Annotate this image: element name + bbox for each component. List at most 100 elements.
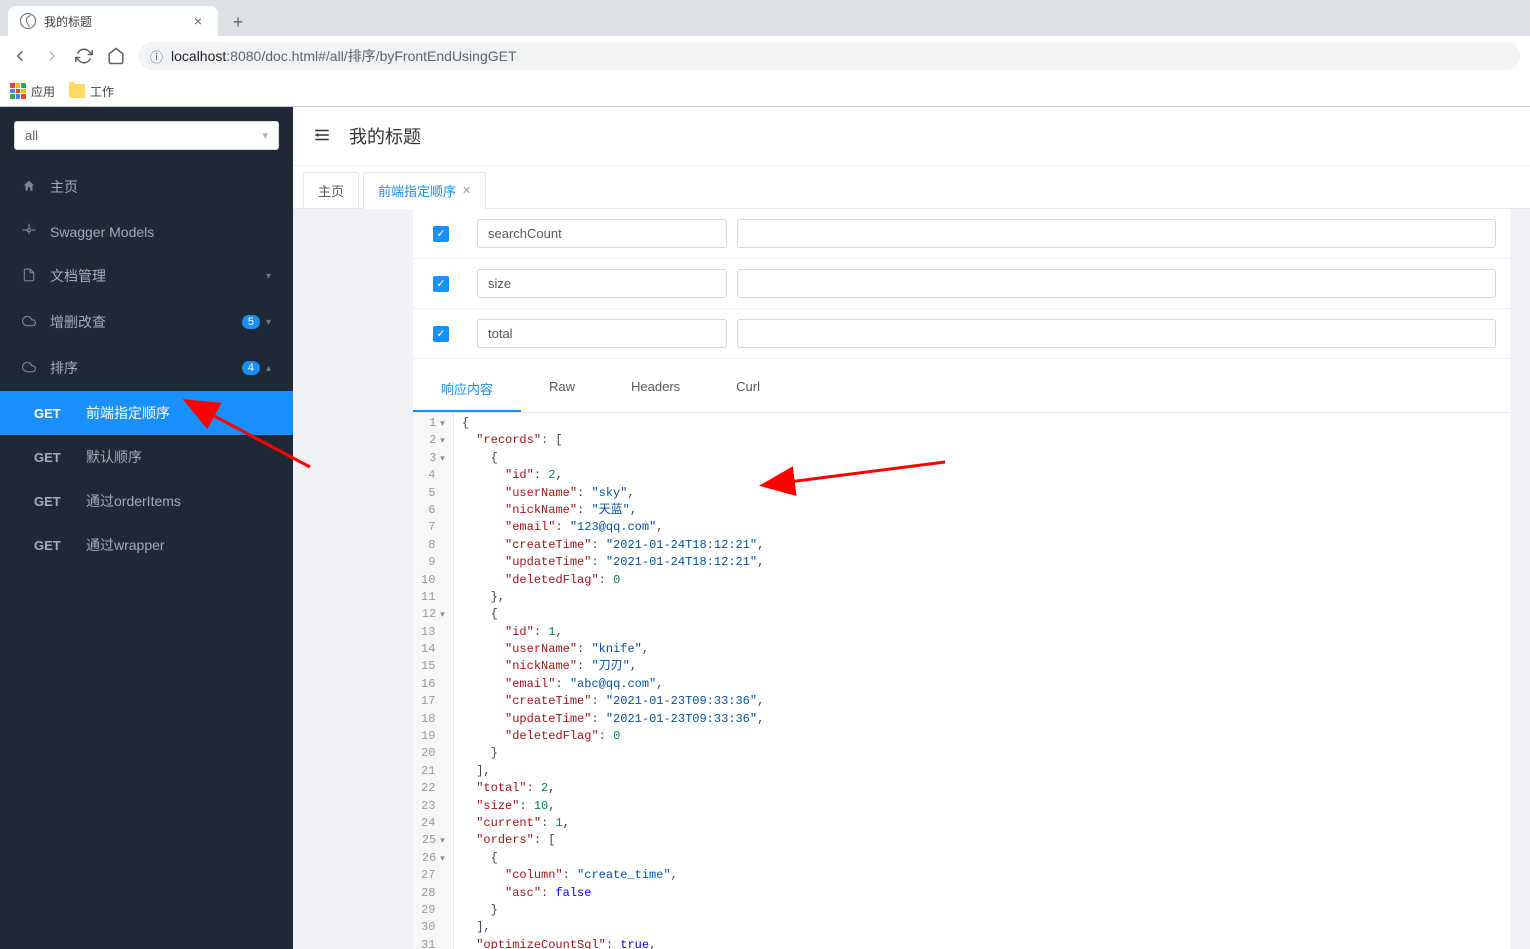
close-icon[interactable]: × [190,13,206,29]
param-name-input[interactable] [477,269,727,298]
count-badge: 4 [242,361,260,375]
code-body[interactable]: { "records": [ { "id": 2, "userName": "s… [454,413,772,949]
code-line-28: "asc": false [462,885,764,902]
gutter-line-26: 26▾ [419,850,447,867]
param-value-input[interactable] [737,219,1496,248]
code-line-21: ], [462,763,764,780]
response-tab-0[interactable]: 响应内容 [413,367,521,412]
gutter-line-8: 8 [419,537,447,554]
param-checkbox[interactable] [433,226,449,242]
gutter-line-11: 11 [419,589,447,606]
gutter-line-7: 7 [419,519,447,536]
main: 我的标题 主页前端指定顺序✕ 响应内容RawHeadersCurl 1▾2▾3▾… [293,107,1530,949]
folder-icon [69,84,85,98]
info-icon: ⓘ [150,47,163,66]
http-method-label: GET [34,538,86,553]
response-tab-2[interactable]: Headers [603,367,708,412]
param-row-0 [413,209,1510,259]
fold-icon[interactable]: ▾ [436,610,445,620]
response-tab-1[interactable]: Raw [521,367,603,412]
models-icon [22,223,38,240]
gutter-line-9: 9 [419,554,447,571]
param-checkbox[interactable] [433,276,449,292]
bookmark-bar: 应用 工作 [0,76,1530,106]
gutter-line-21: 21 [419,763,447,780]
code-line-16: "email": "abc@qq.com", [462,676,764,693]
browser-nav-bar: ⓘ localhost:8080/doc.html#/all/排序/byFron… [0,36,1530,76]
browser-tab[interactable]: 我的标题 × [8,6,218,36]
doc-icon [22,268,38,285]
param-name-input[interactable] [477,219,727,248]
param-value-input[interactable] [737,269,1496,298]
http-method-label: GET [34,406,86,421]
params-area [413,209,1510,359]
new-tab-button[interactable]: + [224,8,252,36]
sidebar-subitem-label: 通过wrapper [86,535,165,555]
gutter-line-10: 10 [419,572,447,589]
sidebar-item-1[interactable]: Swagger Models [0,210,293,253]
param-value-input[interactable] [737,319,1496,348]
sidebar-subitem-2[interactable]: GET通过orderItems [0,479,293,523]
sidebar-item-2[interactable]: 文档管理▾ [0,253,293,299]
fold-icon[interactable]: ▾ [436,454,445,464]
code-line-24: "current": 1, [462,815,764,832]
code-line-19: "deletedFlag": 0 [462,728,764,745]
bookmark-label: 工作 [90,83,114,100]
sidebar-subitem-3[interactable]: GET通过wrapper [0,523,293,567]
gutter-line-30: 30 [419,919,447,936]
content-area[interactable]: 响应内容RawHeadersCurl 1▾2▾3▾4 5 6 7 8 9 10 … [293,209,1530,949]
chevron-down-icon: ▾ [262,129,268,142]
forward-button[interactable] [42,46,62,66]
apps-bookmark[interactable]: 应用 [10,83,55,100]
fold-icon[interactable]: ▾ [436,836,445,846]
home-icon [22,179,38,196]
fold-icon[interactable]: ▾ [436,854,445,864]
home-button[interactable] [106,46,126,66]
sidebar-item-3[interactable]: 增删改查5▾ [0,299,293,345]
code-line-18: "updateTime": "2021-01-23T09:33:36", [462,711,764,728]
param-row-2 [413,309,1510,359]
gutter-line-16: 16 [419,676,447,693]
close-icon[interactable]: ✕ [462,184,471,197]
url-bar[interactable]: ⓘ localhost:8080/doc.html#/all/排序/byFron… [138,42,1520,70]
code-gutter: 1▾2▾3▾4 5 6 7 8 9 10 11 12▾13 14 15 16 1… [413,413,454,949]
page-tab-1[interactable]: 前端指定顺序 ✕ [363,172,486,209]
group-select-value: all [25,128,38,143]
code-line-8: "createTime": "2021-01-24T18:12:21", [462,537,764,554]
sidebar-subitem-label: 默认顺序 [86,447,142,467]
back-button[interactable] [10,46,30,66]
sidebar-subitem-0[interactable]: GET前端指定顺序 [0,391,293,435]
work-bookmark[interactable]: 工作 [69,83,114,100]
sidebar-subitem-label: 通过orderItems [86,491,181,511]
code-line-31: "optimizeCountSql": true, [462,937,764,949]
gutter-line-22: 22 [419,780,447,797]
code-line-4: "id": 2, [462,467,764,484]
response-tab-3[interactable]: Curl [708,367,788,412]
gutter-line-5: 5 [419,485,447,502]
tab-label: 前端指定顺序 [378,181,456,200]
gutter-line-6: 6 [419,502,447,519]
param-name-input[interactable] [477,319,727,348]
fold-icon[interactable]: ▾ [436,436,445,446]
cloud-icon [22,314,38,331]
reload-button[interactable] [74,46,94,66]
tab-label: 主页 [318,181,344,200]
group-select[interactable]: all ▾ [14,121,279,150]
count-badge: 5 [242,315,260,329]
browser-tab-title: 我的标题 [44,13,190,30]
code-line-20: } [462,745,764,762]
code-line-30: ], [462,919,764,936]
http-method-label: GET [34,450,86,465]
code-line-23: "size": 10, [462,798,764,815]
menu-collapse-icon[interactable] [313,126,331,147]
sidebar-item-0[interactable]: 主页 [0,164,293,210]
code-line-25: "orders": [ [462,832,764,849]
sidebar-item-4[interactable]: 排序4▴ [0,345,293,391]
sidebar-subitem-1[interactable]: GET默认顺序 [0,435,293,479]
param-checkbox[interactable] [433,326,449,342]
fold-icon[interactable]: ▾ [436,419,445,429]
code-line-3: { [462,450,764,467]
code-line-27: "column": "create_time", [462,867,764,884]
page-tab-0[interactable]: 主页 [303,172,359,208]
gutter-line-18: 18 [419,711,447,728]
